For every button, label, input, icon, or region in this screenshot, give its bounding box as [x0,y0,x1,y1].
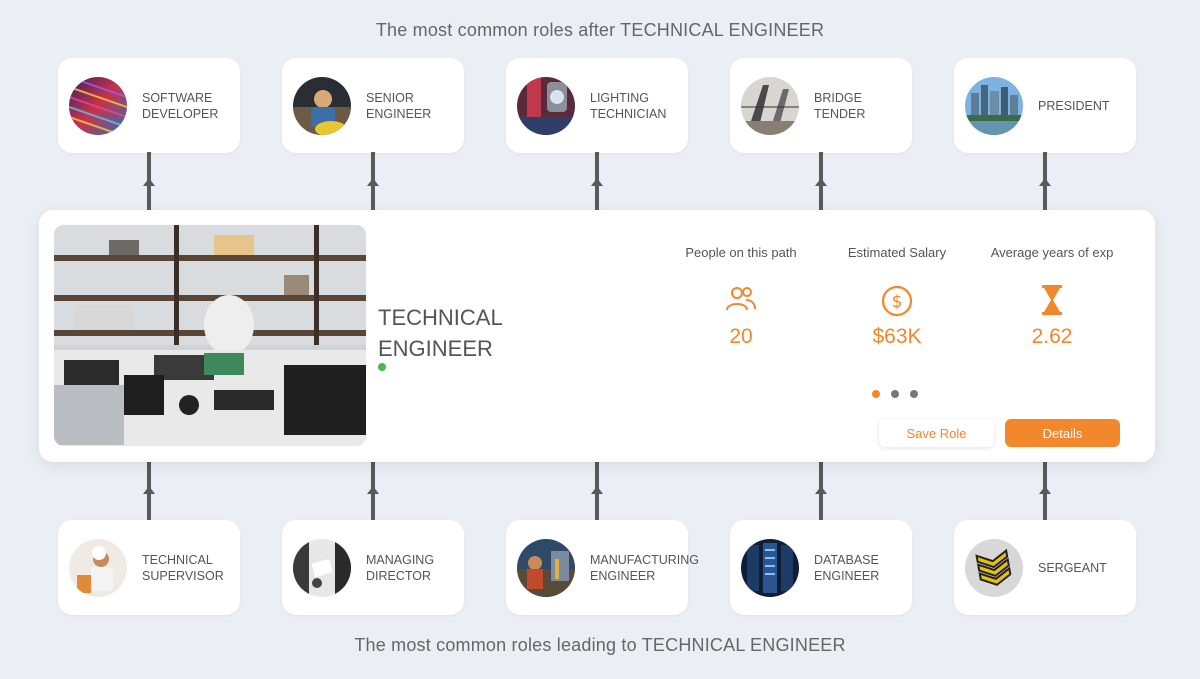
next-roles-row: SOFTWARE DEVELOPER SENIOR ENGINEER LIGHT… [0,58,1200,153]
arrow-up-icon [815,178,827,186]
role-card-bridge-tender[interactable]: BRIDGE TENDER [730,58,912,153]
save-role-button[interactable]: Save Role [879,419,994,447]
arrow-up-icon [143,486,155,494]
role-card-database-engineer[interactable]: DATABASE ENGINEER [730,520,912,615]
server-room-photo [741,538,799,597]
svg-text:$: $ [892,292,903,312]
sergeant-chevron-badge [965,538,1023,597]
role-card-managing-director[interactable]: MANAGING DIRECTOR [282,520,464,615]
stat-label: Estimated Salary [847,245,947,260]
arrow-up-icon [1039,178,1051,186]
role-label: TECHNICAL SUPERVISOR [142,552,224,583]
arrow-up-icon [591,486,603,494]
bridge-photo [741,76,799,135]
arrow-up-icon [367,486,379,494]
carousel-dot[interactable] [872,390,880,398]
carousel-dot[interactable] [910,390,918,398]
role-label: MANUFACTURING ENGINEER [590,552,700,583]
electronics-workbench-photo [54,225,366,446]
role-label: SERGEANT [1038,560,1107,575]
stat-value: $63K [872,325,922,348]
role-label: LIGHTING TECHNICIAN [590,90,667,121]
role-card-sergeant[interactable]: SERGEANT [954,520,1136,615]
stat-people-on-path: People on this path 20 [666,245,816,349]
stage-lights-photo [517,76,575,135]
status-dot [378,363,386,371]
current-role-card: TECHNICAL ENGINEER People on this path 20… [39,210,1155,462]
next-roles-heading: The most common roles after TECHNICAL EN… [375,20,825,40]
role-card-senior-engineer[interactable]: SENIOR ENGINEER [282,58,464,153]
current-role-title: TECHNICAL ENGINEER [378,305,503,361]
carousel-indicator [872,390,918,398]
stat-label: People on this path [685,245,797,260]
carousel-dot[interactable] [891,390,899,398]
arrow-up-icon [367,178,379,186]
role-label: BRIDGE TENDER [814,90,866,121]
colorful-cables-photo [69,76,127,135]
arrow-up-icon [591,178,603,186]
factory-photo [517,538,575,597]
stat-label: Average years of exp [990,245,1114,260]
role-card-lighting-technician[interactable]: LIGHTING TECHNICIAN [506,58,688,153]
stat-average-years: Average years of exp 2.62 [977,245,1127,349]
arrow-up-icon [815,486,827,494]
arrow-up-icon [143,178,155,186]
previous-roles-row: TECHNICAL SUPERVISOR MANAGING DIRECTOR M… [0,520,1200,615]
role-card-software-developer[interactable]: SOFTWARE DEVELOPER [58,58,240,153]
supervisor-photo [69,538,127,597]
engineer-at-work-photo [293,76,351,135]
details-button[interactable]: Details [1005,419,1120,447]
role-card-technical-supervisor[interactable]: TECHNICAL SUPERVISOR [58,520,240,615]
stat-value: 2.62 [1031,325,1073,348]
role-label: PRESIDENT [1038,98,1110,113]
dollar-icon: $ [822,285,972,317]
stat-estimated-salary: Estimated Salary $ $63K [822,245,972,349]
role-card-manufacturing-engineer[interactable]: MANUFACTURING ENGINEER [506,520,700,615]
role-label: SENIOR ENGINEER [366,90,432,121]
role-label: MANAGING DIRECTOR [366,552,435,583]
city-skyline-photo [965,76,1023,135]
role-card-president[interactable]: PRESIDENT [954,58,1136,153]
people-icon [666,285,816,317]
stat-value: 20 [729,325,753,348]
meeting-photo [293,538,351,597]
arrow-up-icon [1039,486,1051,494]
role-label: SOFTWARE DEVELOPER [142,90,219,121]
hourglass-icon [977,285,1127,317]
role-label: DATABASE ENGINEER [814,552,880,583]
previous-roles-heading: The most common roles leading to TECHNIC… [354,635,846,655]
